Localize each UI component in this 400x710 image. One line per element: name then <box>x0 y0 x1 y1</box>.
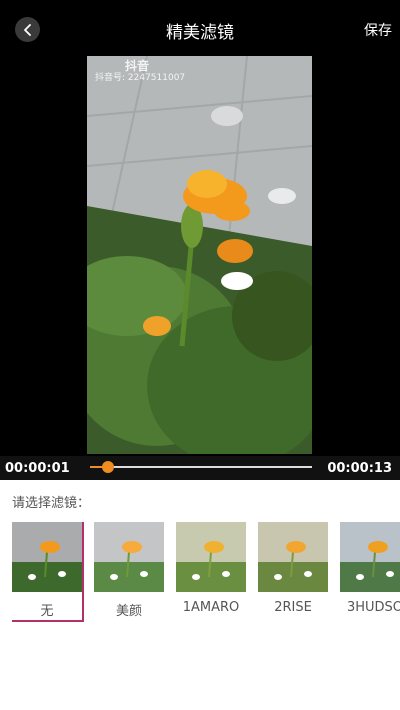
filter-label: 无 <box>40 604 54 619</box>
save-button[interactable]: 保存 <box>364 20 392 40</box>
video-preview[interactable]: 抖音 抖音号: 2247511007 <box>0 56 400 456</box>
filter-thumbnail <box>340 522 400 592</box>
filter-thumbnail <box>176 522 246 592</box>
video-image <box>87 56 312 454</box>
seek-bar[interactable] <box>90 461 312 473</box>
watermark-brand: 抖音 <box>125 59 150 73</box>
filter-label: 2RISE <box>274 600 312 615</box>
filter-thumbnail <box>12 522 82 592</box>
total-time: 00:00:13 <box>327 461 392 476</box>
filter-item-none[interactable]: 无 <box>12 522 84 622</box>
filter-thumbnail <box>94 522 164 592</box>
filter-item-beauty[interactable]: 美颜 <box>94 522 164 619</box>
filter-prompt: 请选择滤镜： <box>12 496 91 511</box>
timeline: 00:00:01 00:00:13 <box>0 456 400 480</box>
watermark-id: 抖音号: 2247511007 <box>95 73 186 83</box>
watermark: 抖音 抖音号: 2247511007 <box>95 60 185 84</box>
current-time: 00:00:01 <box>5 461 70 476</box>
filter-label: 美颜 <box>115 604 142 619</box>
filter-item-amaro[interactable]: 1AMARO <box>176 522 246 615</box>
filter-thumbnail <box>258 522 328 592</box>
top-bar: 精美滤镜 保存 <box>0 0 400 56</box>
filter-item-hudson[interactable]: 3HUDSO <box>340 522 400 615</box>
seek-thumb[interactable] <box>101 461 114 473</box>
filter-list[interactable]: 无 美颜 1AMARO 2RISE 3HUDSO <box>12 522 400 632</box>
filter-label: 1AMARO <box>182 600 240 615</box>
filter-item-rise[interactable]: 2RISE <box>258 522 328 615</box>
filter-panel: 请选择滤镜： 无 美颜 1AMARO 2RISE 3HUDSO <box>0 480 400 710</box>
page-title: 精美滤镜 <box>166 23 234 43</box>
filter-label: 3HUDSO <box>346 600 400 615</box>
video-frame[interactable]: 抖音 抖音号: 2247511007 <box>87 56 312 454</box>
